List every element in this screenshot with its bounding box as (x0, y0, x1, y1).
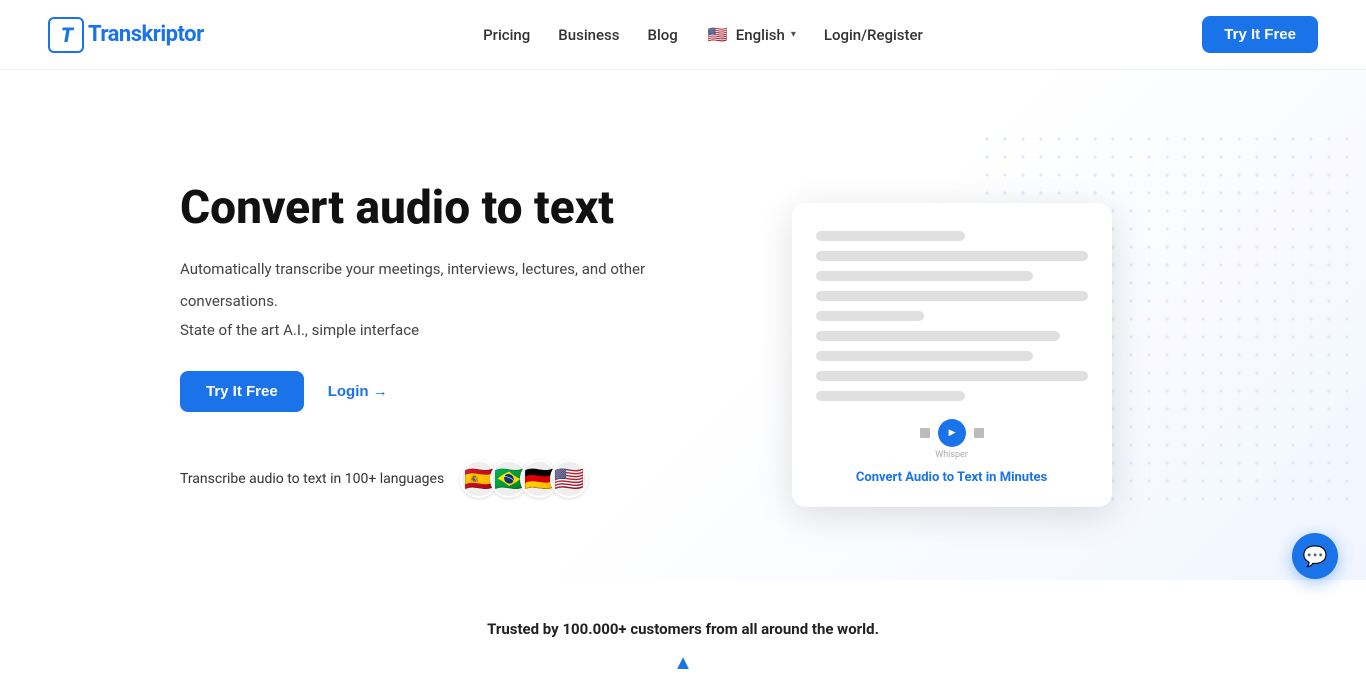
hero-subtitle-3: State of the art A.I., simple interface (180, 321, 645, 339)
nav-links: Pricing Business Blog 🇺🇸 English ▾ Login… (483, 23, 923, 47)
hero-subtitle-1: Automatically transcribe your meetings, … (180, 257, 645, 281)
nav-blog[interactable]: Blog (647, 26, 677, 44)
player-label: Whisper (816, 450, 1088, 460)
lang-flag: 🇺🇸 (706, 23, 730, 47)
nav-try-free-button[interactable]: Try It Free (1202, 16, 1318, 53)
lang-label: English (736, 26, 785, 44)
hero-title: Convert audio to text (180, 182, 645, 235)
hero-left: Convert audio to text Automatically tran… (180, 182, 645, 498)
trusted-text: Trusted by 100.000+ customers from all a… (48, 620, 1318, 638)
transcript-line-8 (816, 371, 1088, 381)
hero-right: Whisper Convert Audio to Text in Minutes (645, 130, 1318, 550)
flag-american: 🇺🇸 (550, 460, 588, 498)
transcript-line-2 (816, 251, 1088, 261)
navbar: T Transkriptor Pricing Business Blog 🇺🇸 … (0, 0, 1366, 70)
transcript-line-9 (816, 391, 966, 401)
languages-row: Transcribe audio to text in 100+ languag… (180, 460, 645, 498)
hero-login-button[interactable]: Login → (328, 383, 388, 400)
player-forward-icon (974, 428, 984, 438)
player-back-icon (920, 428, 930, 438)
transcript-card: Whisper Convert Audio to Text in Minutes (792, 203, 1112, 507)
trusted-arrow-icon: ▲ (48, 650, 1318, 675)
chevron-down-icon: ▾ (791, 29, 796, 40)
languages-label: Transcribe audio to text in 100+ languag… (180, 471, 444, 487)
transcript-lines (816, 231, 1088, 401)
hero-subtitle-2: conversations. (180, 289, 645, 313)
transcript-line-1 (816, 231, 966, 241)
transcript-line-4 (816, 291, 1088, 301)
language-selector[interactable]: 🇺🇸 English ▾ (706, 23, 796, 47)
trusted-section: Trusted by 100.000+ customers from all a… (0, 580, 1366, 691)
player-play-button[interactable] (938, 419, 966, 447)
transcript-line-3 (816, 271, 1034, 281)
transcript-line-7 (816, 351, 1034, 361)
nav-login-register[interactable]: Login/Register (824, 26, 923, 44)
player-bar (816, 419, 1088, 447)
transcript-line-6 (816, 331, 1061, 341)
logo-text: Transkriptor (88, 22, 204, 47)
nav-business[interactable]: Business (558, 26, 619, 44)
logo-link[interactable]: T Transkriptor (48, 17, 204, 53)
hero-buttons: Try It Free Login → (180, 371, 645, 412)
hero-section: Convert audio to text Automatically tran… (0, 70, 1366, 580)
convert-label: Convert Audio to Text in Minutes (816, 470, 1088, 485)
chat-bubble-button[interactable]: 💬 (1292, 533, 1338, 579)
flags-stack: 🇪🇸 🇧🇷 🇩🇪 🇺🇸 (460, 460, 588, 498)
hero-try-free-button[interactable]: Try It Free (180, 371, 304, 412)
transcript-line-5 (816, 311, 925, 321)
logo-icon: T (48, 17, 84, 53)
nav-pricing[interactable]: Pricing (483, 26, 530, 44)
